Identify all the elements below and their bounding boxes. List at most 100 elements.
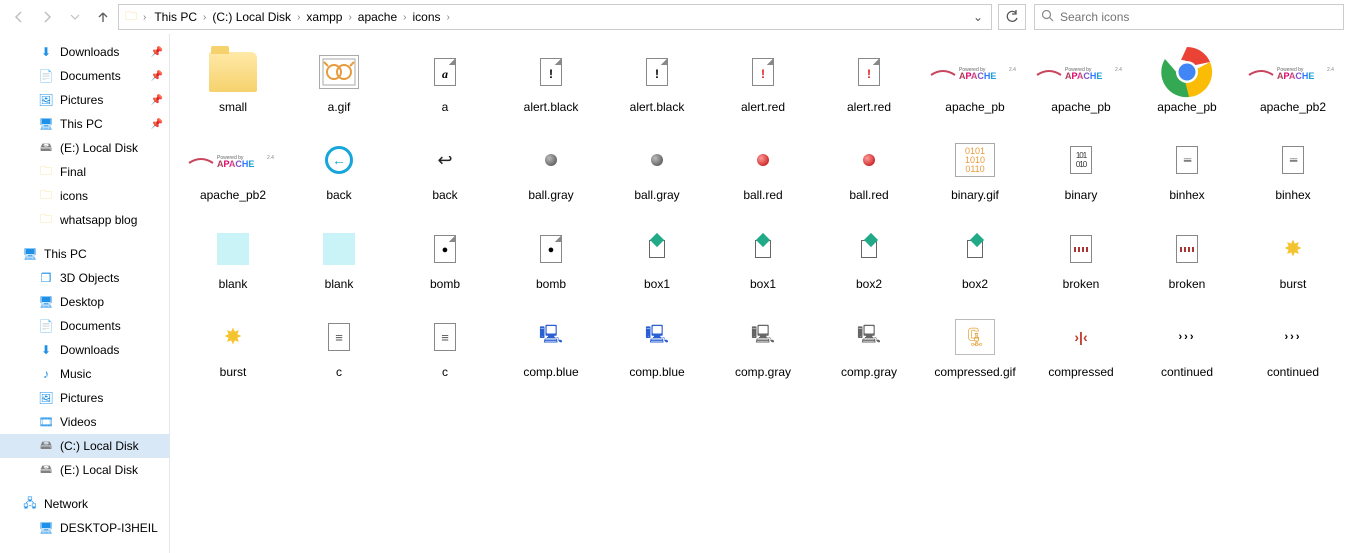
- file-label: binary: [1065, 188, 1098, 202]
- chevron-icon[interactable]: ›: [295, 12, 302, 23]
- breadcrumb-segment[interactable]: apache: [354, 8, 401, 26]
- file-item[interactable]: !alert.black: [604, 48, 710, 114]
- address-bar[interactable]: 🗀 › This PC›(C:) Local Disk›xampp›apache…: [118, 4, 992, 30]
- nav-item[interactable]: 🖥This PC📌: [0, 112, 169, 136]
- file-icon: !: [646, 58, 668, 86]
- file-item[interactable]: !alert.red: [710, 48, 816, 114]
- file-label: a: [442, 100, 449, 114]
- file-item[interactable]: ≡≡binhex: [1240, 136, 1346, 202]
- file-item[interactable]: ✸burst: [1240, 225, 1346, 291]
- file-item[interactable]: broken: [1028, 225, 1134, 291]
- forward-button[interactable]: [34, 4, 60, 30]
- image-icon: 🗜: [955, 319, 995, 355]
- file-item[interactable]: aa: [392, 48, 498, 114]
- file-item[interactable]: Powered by APACHE 2.4 apache_pb2: [1240, 48, 1346, 114]
- download-icon: ⬇: [38, 44, 54, 60]
- file-label: box1: [750, 277, 776, 291]
- nav-item[interactable]: ❒3D Objects: [0, 266, 169, 290]
- file-item[interactable]: 101010binary: [1028, 136, 1134, 202]
- file-item[interactable]: ✸burst: [180, 313, 286, 379]
- nav-label: Documents: [60, 69, 121, 83]
- nav-item[interactable]: ⬇Downloads📌: [0, 40, 169, 64]
- breadcrumb-segment[interactable]: (C:) Local Disk: [208, 8, 295, 26]
- nav-item[interactable]: 🗀icons: [0, 184, 169, 208]
- file-item[interactable]: ›|‹compressed: [1028, 313, 1134, 379]
- nav-item[interactable]: 🗀Final: [0, 160, 169, 184]
- file-icon: !: [540, 58, 562, 86]
- file-item[interactable]: 🖳comp.gray: [710, 313, 816, 379]
- file-item[interactable]: c: [392, 313, 498, 379]
- file-item[interactable]: !alert.red: [816, 48, 922, 114]
- chevron-icon[interactable]: ›: [445, 12, 452, 23]
- chevron-icon[interactable]: ›: [201, 12, 208, 23]
- file-item[interactable]: box1: [710, 225, 816, 291]
- recent-dropdown[interactable]: [62, 4, 88, 30]
- file-item[interactable]: box2: [922, 225, 1028, 291]
- file-item[interactable]: broken: [1134, 225, 1240, 291]
- chevron-icon[interactable]: ›: [401, 12, 408, 23]
- file-item[interactable]: ball.gray: [498, 136, 604, 202]
- nav-item[interactable]: 🖥DESKTOP-I3HEIL: [0, 516, 169, 540]
- disk-icon: 🖴: [38, 462, 54, 478]
- nav-item[interactable]: ⬇Downloads: [0, 338, 169, 362]
- file-item[interactable]: ←back: [286, 136, 392, 202]
- nav-item-network[interactable]: 🖧Network: [0, 492, 169, 516]
- file-icon: [1176, 235, 1198, 263]
- file-item[interactable]: small: [180, 48, 286, 114]
- pics-icon: 🖼: [38, 390, 54, 406]
- file-item[interactable]: 🖳comp.blue: [604, 313, 710, 379]
- file-item[interactable]: 🗜compressed.gif: [922, 313, 1028, 379]
- chevron-icon[interactable]: ›: [346, 12, 353, 23]
- file-item[interactable]: ball.gray: [604, 136, 710, 202]
- file-label: burst: [220, 365, 247, 379]
- svg-text:APACHE: APACHE: [959, 71, 996, 81]
- nav-item[interactable]: 🎞Videos: [0, 410, 169, 434]
- file-item[interactable]: ≡≡binhex: [1134, 136, 1240, 202]
- file-item[interactable]: ↩back: [392, 136, 498, 202]
- file-view[interactable]: smalla.gifaa!alert.black!alert.black!ale…: [170, 34, 1350, 553]
- file-item[interactable]: box1: [604, 225, 710, 291]
- breadcrumb-segment[interactable]: xampp: [302, 8, 346, 26]
- file-label: binhex: [1169, 188, 1204, 202]
- file-item[interactable]: apache_pb: [1134, 48, 1240, 114]
- nav-item[interactable]: 🗀whatsapp blog: [0, 208, 169, 232]
- nav-item[interactable]: 🖥Desktop: [0, 290, 169, 314]
- file-item[interactable]: ball.red: [710, 136, 816, 202]
- file-item[interactable]: !alert.black: [498, 48, 604, 114]
- file-item[interactable]: c: [286, 313, 392, 379]
- nav-item[interactable]: 📄Documents: [0, 314, 169, 338]
- refresh-button[interactable]: [998, 4, 1026, 30]
- burst-icon: ✸: [1284, 236, 1302, 262]
- file-item[interactable]: Powered by APACHE 2.4 apache_pb2: [180, 136, 286, 202]
- file-item[interactable]: Powered by APACHE 2.4 apache_pb: [1028, 48, 1134, 114]
- file-item[interactable]: blank: [180, 225, 286, 291]
- nav-item[interactable]: 🖼Pictures: [0, 386, 169, 410]
- breadcrumb-segment[interactable]: This PC: [150, 8, 201, 26]
- file-item[interactable]: ›››continued: [1240, 313, 1346, 379]
- chevron-down-icon[interactable]: ⌄: [969, 10, 987, 24]
- nav-item[interactable]: 🖴(C:) Local Disk: [0, 434, 169, 458]
- breadcrumb-segment[interactable]: icons: [409, 8, 445, 26]
- disk-icon: 🖴: [38, 140, 54, 156]
- file-item[interactable]: bomb: [498, 225, 604, 291]
- nav-item-thispc[interactable]: 🖥This PC: [0, 242, 169, 266]
- nav-item[interactable]: 🖴(E:) Local Disk: [0, 136, 169, 160]
- back-button[interactable]: [6, 4, 32, 30]
- file-item[interactable]: blank: [286, 225, 392, 291]
- file-item[interactable]: a.gif: [286, 48, 392, 114]
- nav-item[interactable]: 📄Documents📌: [0, 64, 169, 88]
- nav-item[interactable]: ♪Music: [0, 362, 169, 386]
- file-item[interactable]: bomb: [392, 225, 498, 291]
- file-item[interactable]: box2: [816, 225, 922, 291]
- file-item[interactable]: ball.red: [816, 136, 922, 202]
- search-box[interactable]: [1034, 4, 1344, 30]
- search-input[interactable]: [1060, 10, 1337, 24]
- file-item[interactable]: ›››continued: [1134, 313, 1240, 379]
- file-item[interactable]: 🖳comp.blue: [498, 313, 604, 379]
- file-item[interactable]: Powered by APACHE 2.4 apache_pb: [922, 48, 1028, 114]
- up-button[interactable]: [90, 4, 116, 30]
- nav-item[interactable]: 🖴(E:) Local Disk: [0, 458, 169, 482]
- nav-item[interactable]: 🖼Pictures📌: [0, 88, 169, 112]
- file-item[interactable]: 🖳comp.gray: [816, 313, 922, 379]
- file-item[interactable]: 010110100110binary.gif: [922, 136, 1028, 202]
